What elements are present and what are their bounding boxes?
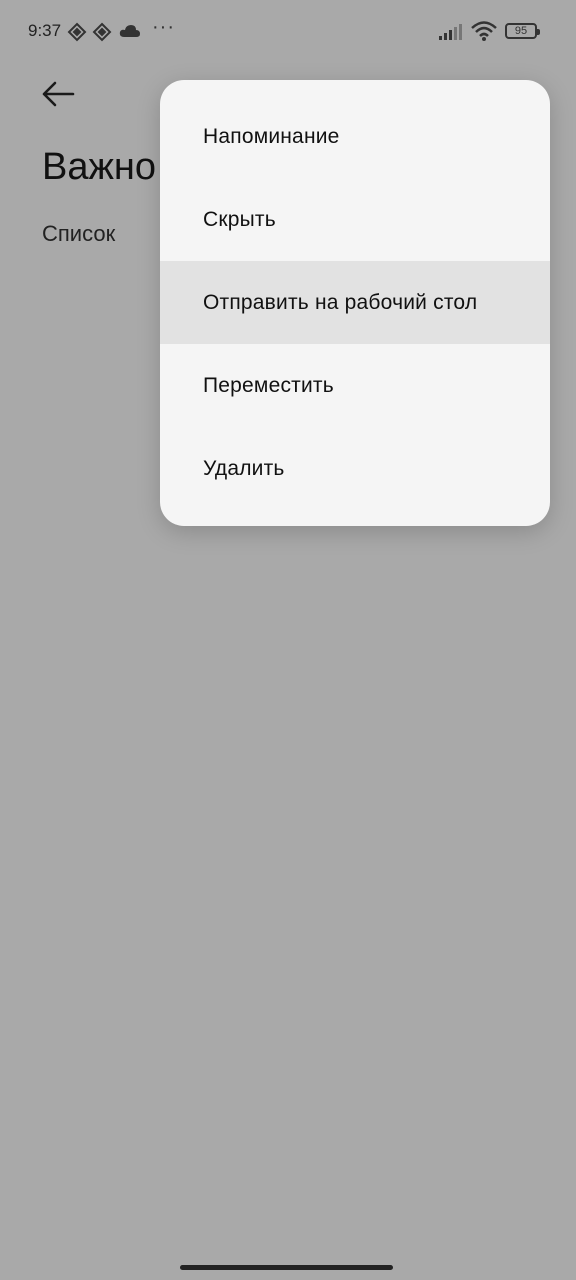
- binance-icon: [92, 22, 112, 47]
- more-dots-icon: ···: [152, 16, 175, 38]
- signal-icon: [439, 24, 465, 40]
- cloud-icon: [119, 24, 141, 43]
- battery-icon: 95: [505, 23, 540, 39]
- menu-item-move[interactable]: Переместить: [160, 344, 550, 427]
- status-time: 9:37: [28, 21, 62, 40]
- menu-item-reminder[interactable]: Напоминание: [160, 95, 550, 178]
- page-title: Важно: [42, 146, 157, 188]
- binance-icon: [67, 22, 87, 47]
- context-menu: Напоминание Скрыть Отправить на рабочий …: [160, 80, 550, 526]
- menu-item-hide[interactable]: Скрыть: [160, 178, 550, 261]
- back-button[interactable]: [40, 78, 76, 110]
- menu-item-delete[interactable]: Удалить: [160, 427, 550, 510]
- home-indicator[interactable]: [180, 1265, 393, 1270]
- list-label[interactable]: Список: [42, 221, 115, 247]
- menu-item-send-to-home-screen[interactable]: Отправить на рабочий стол: [160, 261, 550, 344]
- status-bar: 9:37 ··· 95: [0, 0, 576, 64]
- wifi-icon: [471, 20, 497, 47]
- arrow-left-icon: [42, 81, 75, 107]
